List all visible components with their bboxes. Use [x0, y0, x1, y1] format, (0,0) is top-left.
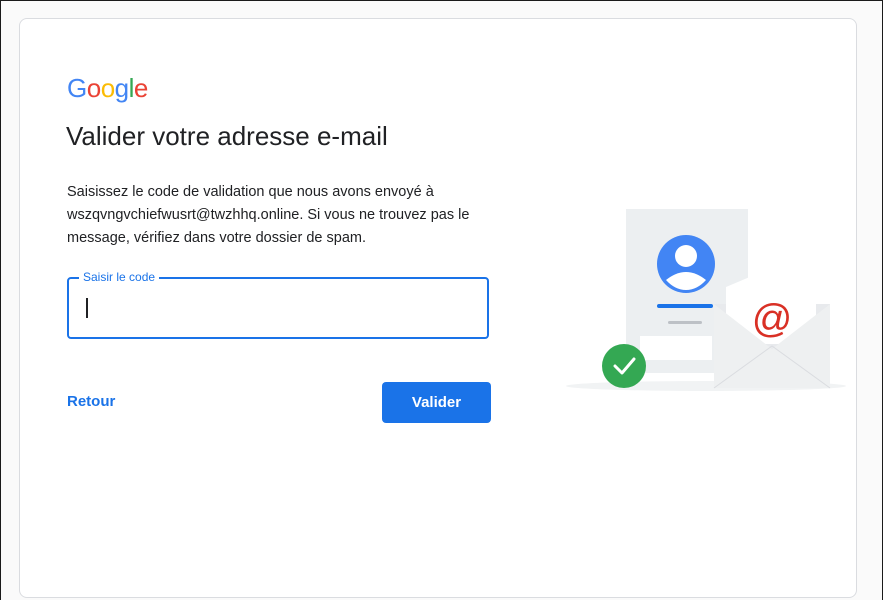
- logo-letter-1: G: [67, 73, 87, 103]
- instruction-text: Saisissez le code de validation que nous…: [67, 184, 470, 246]
- at-sign-icon: @: [752, 297, 793, 341]
- logo-letter-2: o: [86, 73, 101, 103]
- code-input[interactable]: [81, 293, 481, 325]
- logo-letter-4: g: [114, 73, 129, 103]
- back-link[interactable]: Retour: [67, 393, 115, 410]
- email-verification-illustration: @: [566, 209, 846, 391]
- email-envelope-icon: @: [713, 271, 831, 389]
- code-field[interactable]: Saisir le code: [67, 270, 489, 339]
- browser-frame: Google Valider votre adresse e-mail Sais…: [0, 0, 883, 600]
- logo-letter-3: o: [100, 73, 115, 103]
- check-circle-icon: [602, 344, 646, 388]
- submit-button[interactable]: Valider: [382, 382, 491, 423]
- google-logo: Google: [67, 73, 148, 104]
- logo-letter-6: e: [133, 73, 148, 103]
- text-cursor: [86, 298, 88, 318]
- page-title: Valider votre adresse e-mail: [66, 121, 388, 151]
- code-field-label: Saisir le code: [79, 270, 160, 284]
